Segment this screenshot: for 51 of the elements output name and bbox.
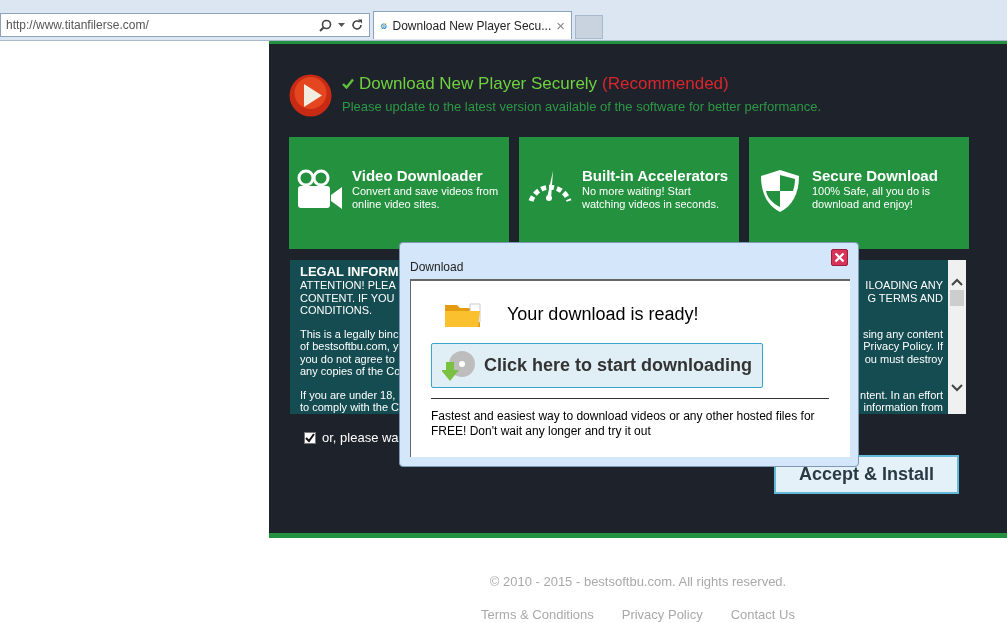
search-icon[interactable] (319, 18, 332, 32)
dropdown-icon[interactable] (338, 23, 345, 27)
dialog-title: Download (410, 259, 464, 276)
dialog-description: Fastest and easiest way to download videos or any other hosted files for FREE! Don't wait any longer and try it out (431, 409, 816, 439)
tab-title: Download New Player Secu... (392, 17, 552, 35)
legal-text: ntent. In an effort (860, 388, 943, 401)
feature-title: Video Downloader (352, 167, 484, 185)
address-text: http://www.titanfilerse.com/ (6, 17, 150, 34)
shield-icon (760, 169, 800, 213)
scroll-down-icon[interactable] (951, 384, 963, 392)
legal-text: CONDITIONS. (300, 304, 373, 317)
header-title: Download New Player Securely (359, 73, 598, 95)
copyright-text: © 2010 - 2015 - bestsoftbu.com. All rights reserved. (489, 573, 787, 591)
browser-tab[interactable]: Download New Player Secu... × (373, 11, 572, 39)
recommended-label: (Recommended) (602, 73, 729, 95)
disc-download-icon (442, 349, 476, 382)
checkmark-icon (342, 78, 354, 90)
feature-description: 100% Safe, all you do is download and enjoy! (812, 185, 932, 211)
refresh-icon[interactable] (351, 19, 363, 31)
dialog-heading: Your download is ready! (507, 303, 699, 326)
scrollbar-thumb[interactable] (950, 290, 964, 306)
feature-description: No more waiting! Start watching videos in seconds. (582, 185, 720, 211)
agree-label: or, please wa (322, 429, 399, 447)
close-tab-button[interactable]: × (556, 18, 565, 33)
feature-description: Convert and save videos from online video sites. (352, 185, 500, 211)
address-bar[interactable]: http://www.titanfilerse.com/ (0, 13, 370, 37)
close-button[interactable] (831, 249, 848, 266)
feature-title: Built-in Accelerators (582, 167, 730, 185)
legal-text: ATTENTION! PLEA (300, 279, 396, 292)
start-download-button[interactable]: Click here to start downloading (431, 343, 763, 388)
scroll-up-icon[interactable] (951, 278, 963, 286)
header-subtitle: Please update to the latest version available of the software for better performance. (342, 97, 822, 116)
feature-title: Secure Download (812, 167, 939, 185)
legal-text: ou must destroy (864, 352, 943, 365)
legal-text: to comply with the C (300, 401, 400, 414)
video-camera-icon (297, 169, 343, 209)
legal-text: CONTENT. IF YOU (300, 291, 395, 304)
legal-text: you do not agree to (300, 352, 395, 365)
legal-text: of bestsoftbu.com, y (300, 340, 399, 353)
legal-text: Privacy Policy. If (863, 340, 943, 353)
scrollbar[interactable] (948, 260, 966, 414)
folder-icon (444, 301, 482, 328)
legal-text: G TERMS AND (867, 291, 943, 304)
legal-text: This is a legally binc (300, 327, 399, 340)
legal-title: LEGAL INFORM (300, 264, 399, 279)
legal-text: information from (863, 401, 943, 414)
agree-checkbox[interactable] (304, 431, 316, 444)
legal-text: ILOADING ANY (865, 279, 943, 292)
legal-text: sing any content (862, 327, 943, 340)
play-icon (289, 74, 332, 117)
legal-text: If you are under 18, (300, 388, 396, 401)
